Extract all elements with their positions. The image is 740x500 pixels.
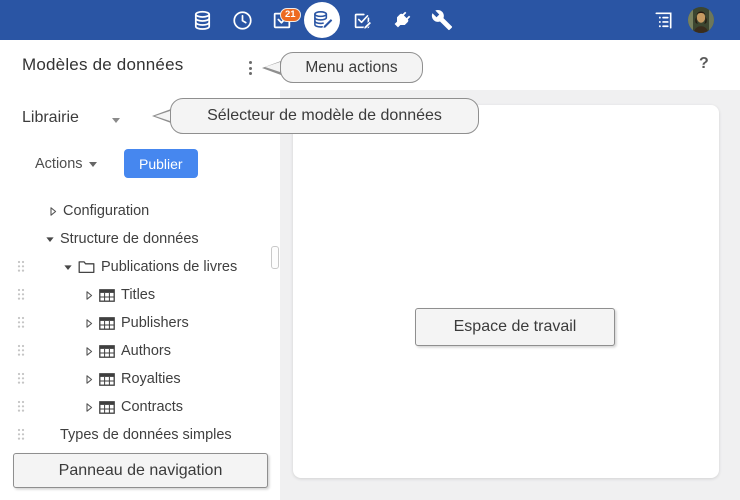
actions-dropdown[interactable]: Actions — [35, 156, 97, 172]
drag-grip-icon[interactable] — [17, 400, 25, 419]
wrench-icon[interactable] — [430, 8, 454, 32]
tree-item-publications[interactable]: Publications de livres — [0, 253, 278, 281]
drag-grip-icon[interactable] — [17, 260, 25, 279]
drag-grip-icon[interactable] — [17, 288, 25, 307]
user-avatar[interactable] — [688, 7, 714, 33]
table-icon — [99, 289, 115, 302]
tree-item-label: Types de données simples — [60, 427, 232, 443]
kebab-menu-icon[interactable] — [242, 57, 258, 79]
tree-item-authors[interactable]: Authors — [0, 337, 278, 365]
drag-grip-icon[interactable] — [17, 316, 25, 335]
tree-item-publishers[interactable]: Publishers — [0, 309, 278, 337]
callout-text: Espace de travail — [454, 318, 577, 336]
chevron-right-icon[interactable] — [84, 290, 94, 301]
callout-tail — [152, 109, 171, 123]
data-model-edit-icon-active[interactable] — [304, 2, 340, 38]
tree-item-label: Contracts — [121, 399, 183, 415]
history-clock-icon[interactable] — [230, 8, 254, 32]
tree-item-configuration[interactable]: Configuration — [0, 197, 278, 225]
table-icon — [99, 317, 115, 330]
workspace-panel[interactable] — [293, 105, 719, 478]
navigation-tree: Configuration Structure de données Publi… — [0, 197, 278, 449]
chevron-down-icon[interactable] — [112, 118, 120, 123]
callout-model-selector: Sélecteur de modèle de données — [170, 98, 479, 134]
callout-text: Sélecteur de modèle de données — [207, 107, 442, 125]
folder-icon — [78, 260, 95, 274]
tree-item-simple-types[interactable]: Types de données simples — [0, 421, 278, 449]
drag-grip-icon[interactable] — [17, 372, 25, 391]
tree-item-label: Publishers — [121, 315, 189, 331]
form-edit-icon[interactable] — [350, 8, 374, 32]
chevron-right-icon[interactable] — [84, 374, 94, 385]
task-check-icon[interactable]: 21 — [270, 8, 294, 32]
tree-item-label: Authors — [121, 343, 171, 359]
tree-item-structure[interactable]: Structure de données — [0, 225, 278, 253]
notification-badge: 21 — [280, 8, 301, 22]
tree-item-label: Structure de données — [60, 231, 199, 247]
chevron-right-icon[interactable] — [84, 402, 94, 413]
chevron-right-icon[interactable] — [48, 206, 58, 217]
drag-grip-icon[interactable] — [17, 344, 25, 363]
top-navigation-bar: 21 — [0, 0, 740, 40]
tree-item-label: Configuration — [63, 203, 149, 219]
callout-nav-panel: Panneau de navigation — [13, 453, 268, 488]
chevron-down-icon[interactable] — [63, 262, 73, 273]
callout-workspace: Espace de travail — [415, 308, 615, 346]
tree-item-label: Titles — [121, 287, 155, 303]
drag-grip-icon[interactable] — [17, 428, 25, 447]
tree-item-contracts[interactable]: Contracts — [0, 393, 278, 421]
tree-item-label: Publications de livres — [101, 259, 237, 275]
actions-label: Actions — [35, 156, 83, 172]
chevron-down-icon — [89, 162, 97, 167]
callout-text: Menu actions — [305, 59, 397, 77]
publish-button[interactable]: Publier — [124, 149, 198, 178]
chevron-right-icon[interactable] — [84, 346, 94, 357]
scrollbar-thumb[interactable] — [271, 246, 279, 269]
tree-item-titles[interactable]: Titles — [0, 281, 278, 309]
callout-text: Panneau de navigation — [59, 462, 223, 480]
chevron-down-icon[interactable] — [45, 234, 55, 245]
help-icon[interactable]: ? — [699, 55, 709, 73]
table-icon — [99, 373, 115, 386]
chevron-right-icon[interactable] — [84, 318, 94, 329]
callout-menu-actions: Menu actions — [280, 52, 423, 83]
callout-tail — [262, 61, 281, 75]
database-icon[interactable] — [190, 8, 214, 32]
table-icon — [99, 345, 115, 358]
list-menu-icon[interactable] — [651, 8, 675, 32]
model-selector[interactable]: Librairie — [22, 109, 79, 127]
tree-item-label: Royalties — [121, 371, 181, 387]
tree-item-royalties[interactable]: Royalties — [0, 365, 278, 393]
table-icon — [99, 401, 115, 414]
page-title: Modèles de données — [22, 55, 183, 75]
plug-icon[interactable] — [390, 8, 414, 32]
